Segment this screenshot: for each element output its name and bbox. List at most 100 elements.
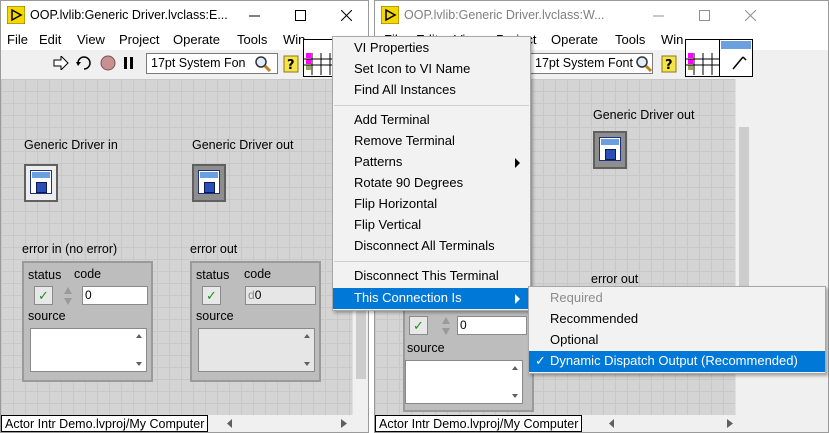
menu-separator <box>334 105 529 106</box>
close-button[interactable] <box>323 1 368 29</box>
maximize-button[interactable] <box>277 1 323 29</box>
generic-driver-out-indicator[interactable] <box>192 164 226 202</box>
status-led: ✓ <box>202 286 221 305</box>
menu-tools[interactable]: Tools <box>237 32 267 47</box>
source-indicator <box>198 328 315 372</box>
pause-icon[interactable] <box>123 56 135 70</box>
menu-separator <box>334 261 529 262</box>
close-button[interactable] <box>727 1 773 29</box>
vi-icon[interactable] <box>719 39 753 77</box>
scroll-right-icon[interactable] <box>341 419 347 428</box>
class-icon <box>198 170 220 194</box>
minimize-button[interactable] <box>635 1 681 29</box>
menu-item-set-icon-to-vi-name[interactable]: Set Icon to VI Name <box>333 59 530 80</box>
source-label: source <box>407 341 445 355</box>
menu-view[interactable]: View <box>77 32 105 47</box>
svg-text:?: ? <box>665 58 673 73</box>
submenu-arrow-icon <box>515 294 520 304</box>
status-checkbox[interactable]: ✓ <box>409 316 428 335</box>
minimize-icon <box>248 15 260 16</box>
check-icon: ✓ <box>535 353 546 368</box>
menu-item-flip-vertical[interactable]: Flip Vertical <box>333 215 530 236</box>
code-input[interactable]: 0 <box>82 286 148 305</box>
scroll-left-icon[interactable] <box>609 419 615 428</box>
menu-window[interactable]: Win <box>661 32 683 47</box>
submenu-item-optional[interactable]: Optional <box>529 330 825 351</box>
scroll-right-icon[interactable] <box>727 419 733 428</box>
menu-edit[interactable]: Edit <box>39 32 61 47</box>
window-title: OOP.lvlib:Generic Driver.lvclass:E... <box>30 8 228 22</box>
class-icon <box>599 137 621 161</box>
status-bar: Actor Intr Demo.lvproj/My Computer <box>375 415 828 432</box>
source-input[interactable] <box>405 360 523 404</box>
menu-item-disconnect-this-terminal[interactable]: Disconnect This Terminal <box>333 266 530 287</box>
run-continuously-icon[interactable] <box>75 55 93 71</box>
connector-context-menu: VI Properties Set Icon to VI Name Find A… <box>332 36 531 311</box>
generic-driver-in-control[interactable] <box>24 164 58 202</box>
source-label: source <box>28 309 66 323</box>
increment-decrement-icon[interactable] <box>441 316 451 336</box>
search-icon[interactable] <box>254 55 272 73</box>
menu-item-disconnect-all-terminals[interactable]: Disconnect All Terminals <box>333 236 530 257</box>
status-label: status <box>28 268 62 282</box>
submenu-item-dynamic-dispatch-label: Dynamic Dispatch Output (Recommended) <box>550 353 798 368</box>
minimize-button[interactable] <box>231 1 277 29</box>
run-arrow-icon[interactable] <box>53 56 69 70</box>
error-out-cluster: status code ✓ d0 source <box>190 261 321 382</box>
menu-item-this-connection-is[interactable]: This Connection Is <box>333 288 530 309</box>
increment-decrement-icon[interactable] <box>63 286 73 306</box>
window-title: OOP.lvlib:Generic Driver.lvclass:W... <box>404 8 605 22</box>
menu-item-this-connection-is-label: This Connection Is <box>354 290 462 305</box>
source-label: source <box>196 309 234 323</box>
menu-tools[interactable]: Tools <box>615 32 645 47</box>
status-checkbox[interactable]: ✓ <box>34 286 53 305</box>
project-path: Actor Intr Demo.lvproj/My Computer <box>1 415 209 432</box>
menu-operate[interactable]: Operate <box>173 32 220 47</box>
source-input[interactable] <box>30 328 147 372</box>
menu-item-find-all-instances[interactable]: Find All Instances <box>333 80 530 101</box>
labview-app-icon <box>381 6 399 24</box>
search-icon[interactable] <box>635 55 653 73</box>
close-icon <box>340 9 352 21</box>
menu-item-flip-horizontal[interactable]: Flip Horizontal <box>333 194 530 215</box>
title-bar: OOP.lvlib:Generic Driver.lvclass:E... <box>1 1 368 29</box>
status-bar: Actor Intr Demo.lvproj/My Computer <box>1 415 368 432</box>
maximize-button[interactable] <box>681 1 727 29</box>
submenu-arrow-icon <box>515 158 520 168</box>
menu-item-vi-properties[interactable]: VI Properties <box>333 38 530 59</box>
front-panel[interactable]: Generic Driver in Generic Driver out err… <box>1 79 352 416</box>
menu-file[interactable]: File <box>7 32 28 47</box>
scroll-arrows-icon[interactable] <box>135 333 143 367</box>
scroll-left-icon[interactable] <box>227 419 233 428</box>
menu-item-remove-terminal[interactable]: Remove Terminal <box>333 131 530 152</box>
code-input[interactable]: 0 <box>457 316 527 335</box>
submenu-item-dynamic-dispatch-output[interactable]: ✓ Dynamic Dispatch Output (Recommended) <box>529 351 825 372</box>
connector-pane-icon[interactable] <box>685 39 721 77</box>
code-label: code <box>74 267 102 281</box>
font-select-value: 17pt System Fon <box>151 56 246 70</box>
connection-type-submenu: Required Recommended Optional ✓ Dynamic … <box>528 286 826 374</box>
project-path: Actor Intr Demo.lvproj/My Computer <box>375 415 583 432</box>
scroll-arrows-icon[interactable] <box>511 365 519 399</box>
abort-icon[interactable] <box>100 55 116 71</box>
submenu-item-recommended[interactable]: Recommended <box>529 309 825 330</box>
menu-item-patterns-label: Patterns <box>354 154 403 169</box>
status-label: status <box>196 268 230 282</box>
generic-driver-out-label: Generic Driver out <box>593 108 695 122</box>
vi-window-left: OOP.lvlib:Generic Driver.lvclass:E... Fi… <box>0 0 369 433</box>
maximize-icon <box>698 9 710 21</box>
error-in-cluster: status code ✓ 0 source <box>22 261 153 382</box>
context-help-icon[interactable]: ? <box>661 55 677 73</box>
labview-app-icon <box>7 6 25 24</box>
submenu-item-required[interactable]: Required <box>529 288 825 309</box>
scroll-arrows-icon[interactable] <box>303 333 311 367</box>
maximize-icon <box>294 9 306 21</box>
menu-operate[interactable]: Operate <box>551 32 598 47</box>
generic-driver-out-label: Generic Driver out <box>192 138 294 152</box>
menu-item-add-terminal[interactable]: Add Terminal <box>333 110 530 131</box>
menu-item-rotate-90-degrees[interactable]: Rotate 90 Degrees <box>333 173 530 194</box>
menu-project[interactable]: Project <box>119 32 159 47</box>
context-help-icon[interactable]: ? <box>283 55 299 73</box>
generic-driver-out-indicator[interactable] <box>593 131 627 169</box>
menu-item-patterns[interactable]: Patterns <box>333 152 530 173</box>
